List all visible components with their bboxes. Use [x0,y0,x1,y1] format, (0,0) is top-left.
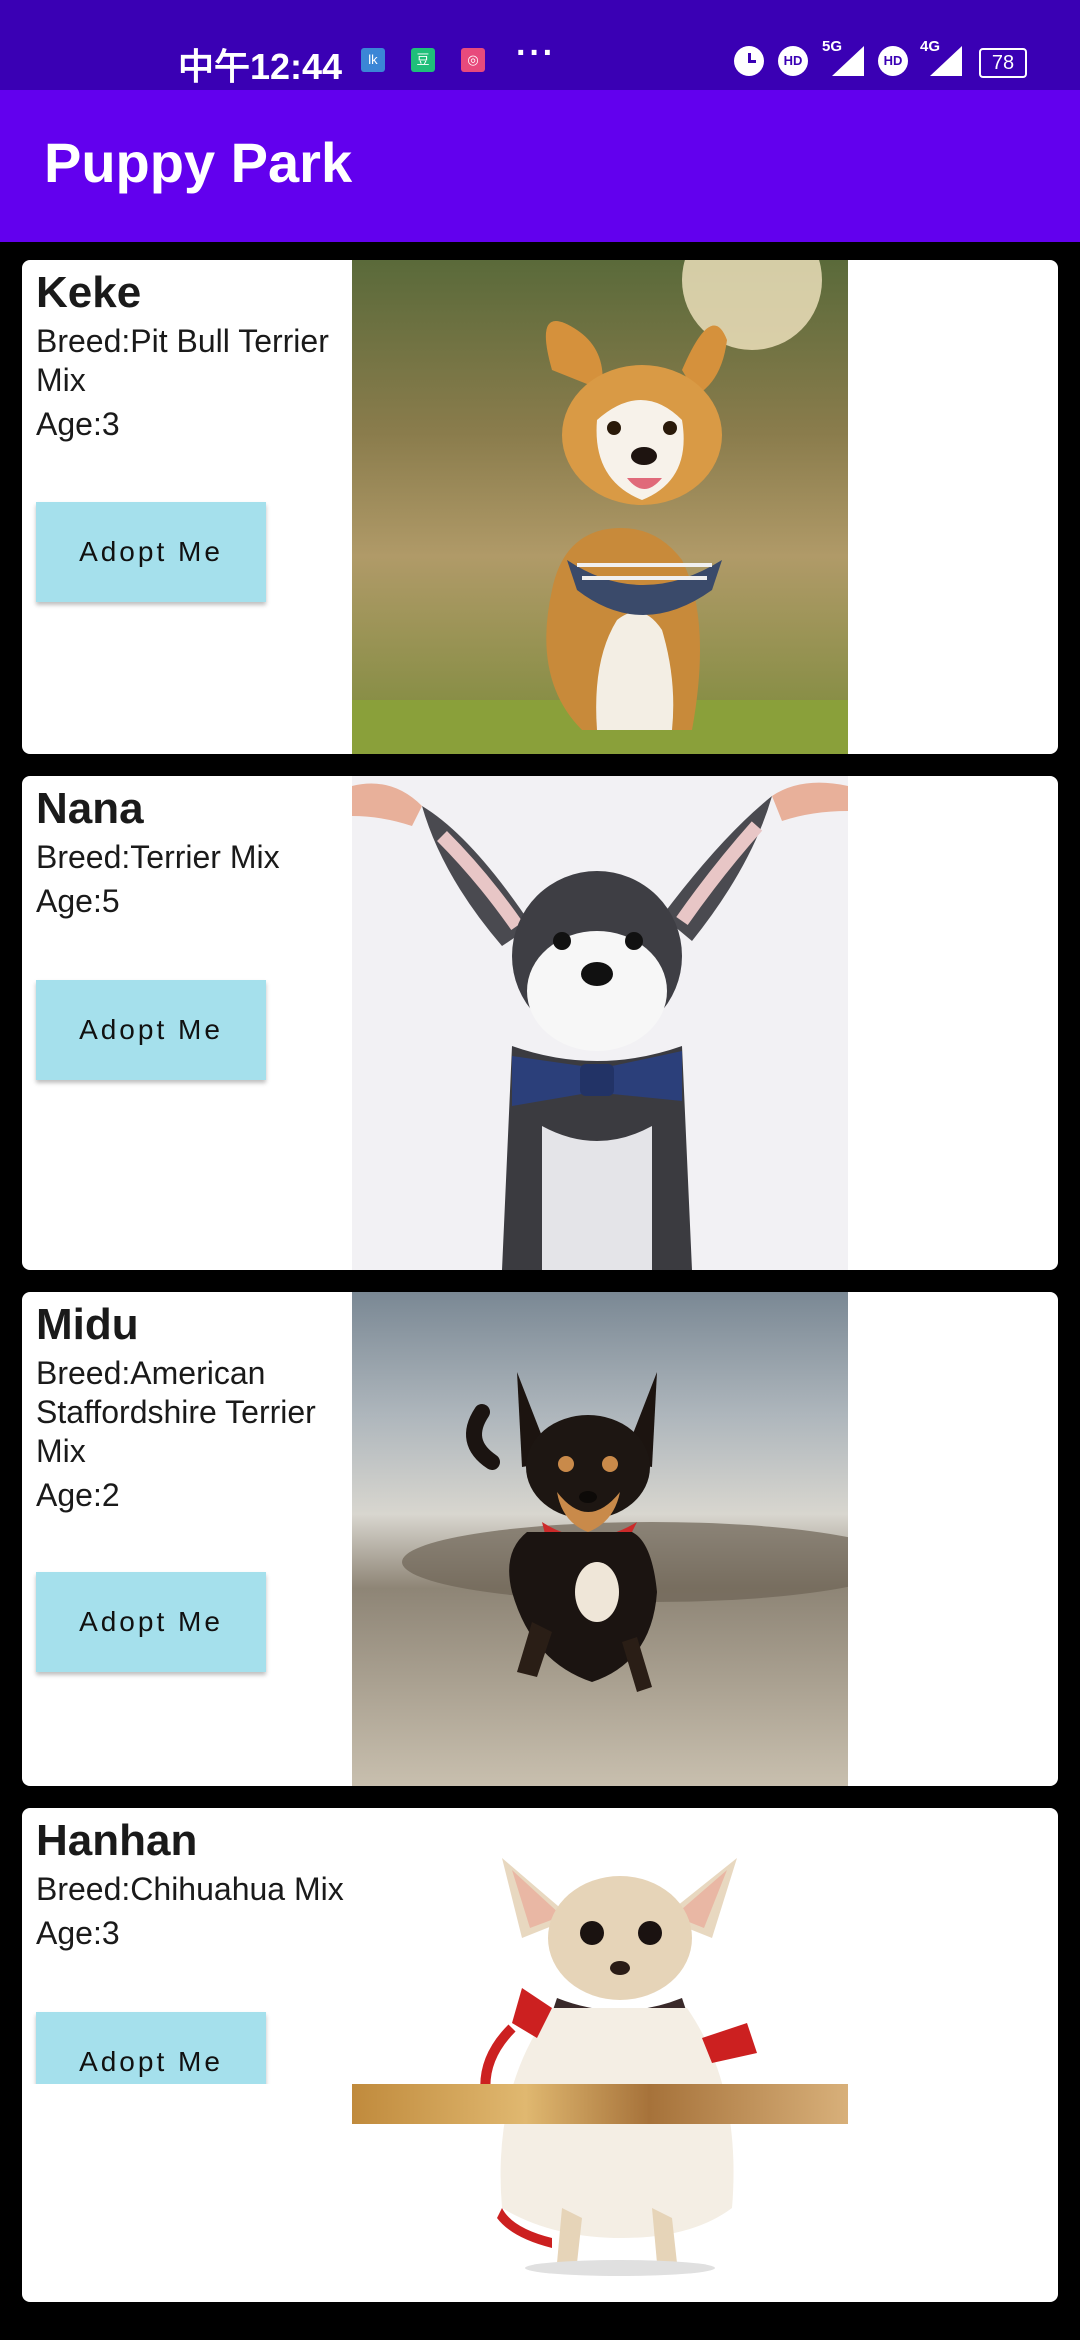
adopt-me-button[interactable]: Adopt Me [36,502,266,602]
puppy-card[interactable]: Nana Breed:Terrier Mix Age:5 Adopt Me [22,776,1058,1270]
notification-app-icon: 豆 [411,48,435,72]
hd-voice-icon: HD [878,46,908,76]
puppy-photo [352,1808,848,2302]
puppy-card-partial[interactable] [22,2084,1058,2124]
puppy-photo [352,1292,848,1786]
puppy-card[interactable]: Hanhan Breed:Chihuahua Mix Age:3 Adopt M… [22,1808,1058,2302]
app-title: Puppy Park [44,131,353,194]
puppy-breed: Breed:American Staffordshire Terrier Mix [36,1355,316,1469]
puppy-photo [352,776,848,1270]
puppy-name: Nana [36,784,144,833]
puppy-name: Midu [36,1300,139,1349]
puppy-breed: Breed:Terrier Mix [36,839,280,875]
puppy-card[interactable]: Keke Breed:Pit Bull Terrier Mix Age:3 Ad… [22,260,1058,754]
status-bar: 中午12:44 lk 豆 ◎ ··· HD 5G HD 4G 78 [0,0,1080,90]
signal-strength-icon [832,46,864,76]
adopt-me-button[interactable]: Adopt Me [36,1572,266,1672]
dressed-chihuahua-photo [352,1808,848,2302]
puppy-name: Hanhan [36,1816,198,1865]
puppy-breed: Breed:Chihuahua Mix [36,1871,344,1907]
puppy-age: Age:5 [36,883,120,919]
alarm-clock-icon [734,46,764,76]
puppy-breed: Breed:Pit Bull Terrier Mix [36,323,329,398]
battery-icon: 78 [979,48,1027,78]
running-chihuahua-photo [352,1292,848,1786]
puppy-age: Age:2 [36,1477,120,1513]
status-time: 中午12:44 [178,46,343,87]
more-notifications-icon: ··· [516,34,556,72]
app-bar: Puppy Park [0,90,1080,242]
puppy-age: Age:3 [36,406,120,442]
notification-app-icon: lk [361,48,385,72]
schnauzer-photo [352,776,848,1270]
puppy-age: Age:3 [36,1915,120,1951]
signal-strength-icon [930,46,962,76]
adopt-me-button[interactable]: Adopt Me [36,980,266,1080]
corgi-photo [352,260,848,754]
notification-app-icon: ◎ [461,48,485,72]
puppy-photo [352,260,848,754]
puppy-card[interactable]: Midu Breed:American Staffordshire Terrie… [22,1292,1058,1786]
hd-voice-icon: HD [778,46,808,76]
puppy-name: Keke [36,268,142,317]
puppy-photo [352,2084,848,2124]
